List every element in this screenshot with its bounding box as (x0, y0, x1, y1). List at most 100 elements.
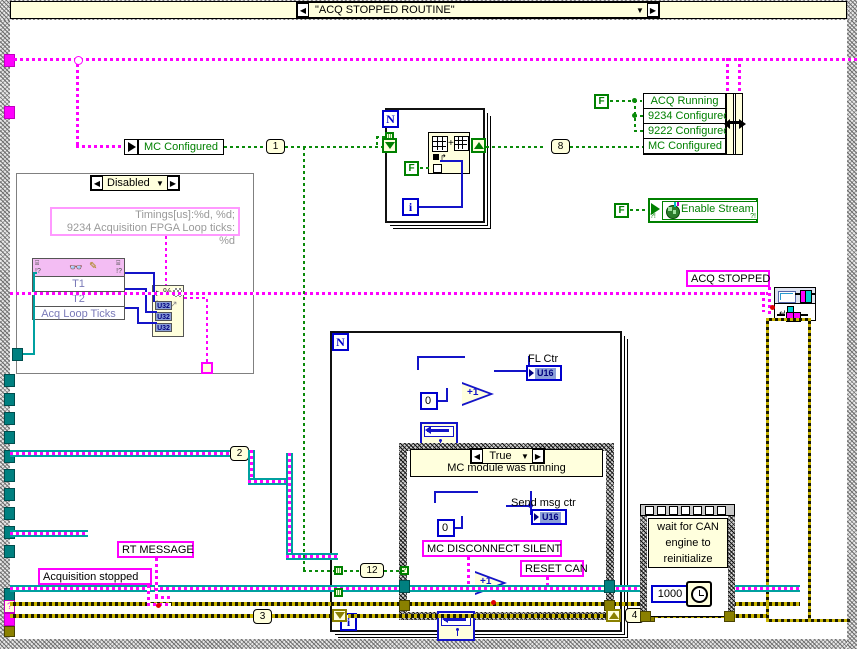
bool-false-enable-stream[interactable]: F (614, 203, 629, 218)
9222-configured-terminal[interactable]: 9222 Configured (643, 123, 729, 139)
wire-magenta-down-c (726, 58, 729, 95)
wait-comment: wait for CAN engine to reinitialize (648, 518, 728, 568)
true-case-border-right (606, 443, 614, 620)
zero-constant-bottom[interactable]: 0 (437, 519, 455, 537)
shift-register-left-top[interactable] (382, 138, 397, 153)
shift-register-right-bottom[interactable] (606, 609, 621, 622)
wire-green-loop-out (486, 146, 544, 148)
acquisition-stopped-constant[interactable]: Acquisition stopped (38, 568, 152, 585)
acq-loop-ticks-property[interactable]: Acq Loop Ticks (33, 307, 124, 322)
left-tunnel-teal-4[interactable] (4, 431, 15, 444)
wait-frame-tunnel-left[interactable] (640, 611, 651, 622)
mc-disconnect-silent-constant[interactable]: MC DISCONNECT SILENT (422, 540, 562, 557)
increment-fl-ctr[interactable]: +1 (462, 382, 498, 406)
disabled-output-tunnel[interactable] (201, 362, 213, 374)
true-case-tunnel-teal-right[interactable] (604, 580, 615, 593)
case-prev-arrow[interactable]: ◀ (297, 3, 309, 17)
wire-yellow-right-top (766, 318, 811, 321)
wire-green-left-v (303, 147, 305, 572)
left-tunnel-magenta-2[interactable] (4, 106, 15, 119)
bus-left-h3 (286, 553, 338, 560)
send-msg-ctr-indicator[interactable]: U16 (531, 509, 567, 525)
mc-configured-cluster-terminal[interactable]: MC Configured (643, 138, 726, 154)
fl-ctr-indicator[interactable]: U16 (526, 365, 562, 381)
report-message-subvi-right[interactable]: ↵ (774, 287, 816, 322)
for-loop-bottom-tunnel-array2[interactable]: [] (334, 588, 343, 597)
disabled-case-selector[interactable]: ◀ Disabled ▼ ▶ (90, 175, 180, 191)
true-prev-arrow[interactable]: ◀ (471, 449, 483, 463)
for-loop-bottom-count[interactable]: N (332, 333, 349, 351)
disabled-prev-arrow[interactable]: ◀ (91, 176, 103, 190)
true-case-tunnel-teal[interactable] (399, 580, 410, 593)
indicator-arrow-icon-2 (534, 513, 539, 521)
left-tunnel-teal-1[interactable] (4, 374, 15, 387)
bool-false-cluster[interactable]: F (594, 94, 609, 109)
build-array-node[interactable]: + ↱ (428, 132, 470, 174)
enable-stream-subvi[interactable]: ?! Enable Stream ?! (648, 198, 758, 223)
disabled-input-tunnel[interactable] (12, 348, 23, 361)
left-tunnel-teal-6[interactable] (4, 469, 15, 482)
wire-blue-zero2v (461, 516, 463, 529)
wire-blue-t1 (125, 272, 155, 274)
tunnel-12[interactable]: 12 (360, 563, 384, 578)
wire-yellow-right-v1 (766, 318, 769, 622)
wire-magenta-out-h (184, 297, 208, 299)
acq-running-terminal[interactable]: ACQ Running (643, 93, 726, 109)
acq-stopped-constant[interactable]: ACQ STOPPED (686, 270, 770, 287)
case-selector-label: "ACQ STOPPED ROUTINE" (315, 4, 455, 16)
left-tunnel-teal-3[interactable] (4, 412, 15, 425)
disabled-next-arrow[interactable]: ▶ (167, 176, 179, 190)
wire-green-8-right (570, 146, 643, 148)
left-tunnel-teal-10[interactable] (4, 545, 15, 558)
error-dot-true-case (491, 600, 496, 605)
t1-property[interactable]: T1 (33, 277, 124, 292)
for-loop-top-index[interactable]: i (402, 198, 419, 216)
true-selector-label: True (489, 450, 512, 462)
wait-comment-line2: engine to (665, 537, 711, 549)
bus-left-mid (10, 450, 235, 457)
seq-box-1 (645, 505, 654, 515)
wait-ms-constant[interactable]: 1000 (651, 585, 689, 603)
true-case-tunnel-olive-left[interactable] (399, 600, 410, 611)
9234-configured-terminal[interactable]: 9234 Configured (643, 108, 729, 124)
for-loop-bottom-tunnel-array[interactable]: [] (334, 566, 343, 575)
true-next-arrow[interactable]: ▶ (532, 449, 544, 463)
wire-yellow-3-right (272, 614, 332, 618)
left-tunnel-teal-8[interactable] (4, 507, 15, 520)
wire-blue-zerov (446, 388, 448, 402)
wire-magenta-format-v (165, 236, 167, 285)
tunnel-2[interactable]: 2 (230, 446, 249, 461)
tunnel-3[interactable]: 3 (253, 609, 272, 624)
wire-blue-t2c (145, 311, 157, 313)
reset-can-constant[interactable]: RESET CAN (520, 560, 588, 577)
shift-register-right-top[interactable] (471, 138, 486, 153)
left-tunnel-teal-2[interactable] (4, 393, 15, 406)
unbundle-node[interactable]: ⌸!? ⌸!? 👓 ✎ T1 T2 Acq Loop Ticks (32, 258, 125, 320)
tunnel-8[interactable]: 8 (551, 139, 570, 154)
send-msg-type: U16 (540, 511, 561, 523)
true-chevron-down-icon[interactable]: ▼ (518, 452, 532, 461)
outer-case-selector[interactable]: ◀ "ACQ STOPPED ROUTINE" ▼ ▶ (296, 2, 660, 18)
seq-box-7 (717, 505, 726, 515)
bool-false-loop[interactable]: F (404, 161, 419, 176)
disabled-chevron-down-icon[interactable]: ▼ (153, 179, 167, 188)
case-next-arrow[interactable]: ▶ (647, 3, 659, 17)
wire-blue-i-top (440, 160, 463, 162)
tunnel-1[interactable]: 1 (266, 139, 285, 154)
left-tunnel-teal-7[interactable] (4, 488, 15, 501)
left-tunnel-olive-1[interactable] (4, 626, 15, 637)
rt-message-constant[interactable]: RT MESSAGE (117, 541, 194, 558)
wire-magenta-to-mcconf (76, 145, 126, 148)
for-loop-top-count[interactable]: N (382, 110, 399, 128)
error-dot-rt (156, 603, 161, 608)
true-case-border-left (399, 443, 407, 620)
zero-constant-top[interactable]: 0 (420, 392, 438, 410)
block-diagram-canvas: ◀ "ACQ STOPPED ROUTINE" ▼ ▶ ? MC Configu… (0, 0, 857, 649)
wait-frame-tunnel-right[interactable] (724, 611, 735, 622)
format-string-constant[interactable]: Timings[us]:%d, %d; 9234 Acquisition FPG… (50, 207, 240, 247)
shift-register-left-bottom[interactable] (332, 609, 347, 622)
mc-configured-terminal[interactable]: MC Configured (138, 139, 224, 155)
error-dot-right (770, 305, 775, 310)
wait-ms-timer-icon[interactable] (686, 581, 712, 607)
chevron-down-icon[interactable]: ▼ (633, 6, 647, 15)
